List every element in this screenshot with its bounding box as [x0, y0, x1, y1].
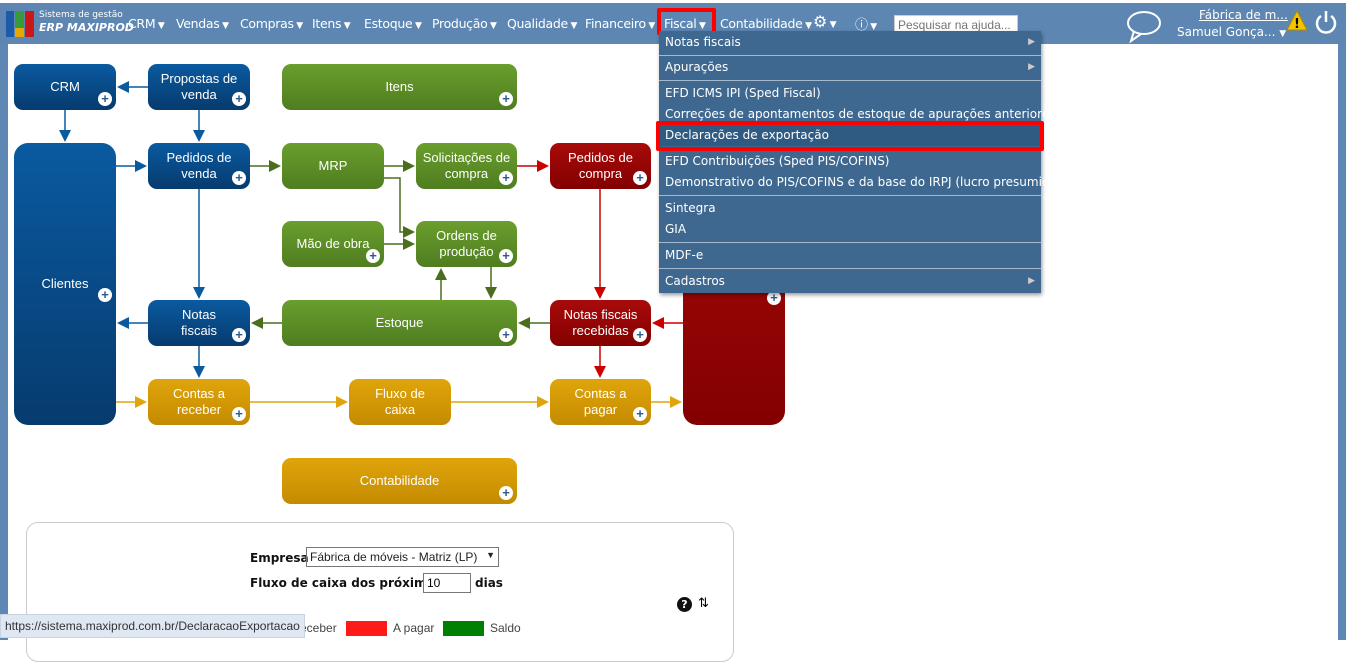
plus-icon[interactable]: + [232, 407, 246, 421]
legend-pagar: A pagar [393, 621, 435, 635]
flow-pedidos-compra-label: Pedidos de compra [567, 150, 634, 181]
refresh-icon[interactable]: ⇅ [698, 596, 709, 611]
plus-icon[interactable]: + [767, 291, 781, 305]
flow-contas-receber-label: Contas a receber [172, 386, 226, 417]
user-name: Samuel Gonça... [1177, 25, 1276, 39]
empresa-select[interactable]: Fábrica de móveis - Matriz (LP) ▼ [306, 547, 499, 567]
flow-propostas-label: Propostas de venda [160, 71, 238, 102]
legend-swatch-pagar [346, 621, 387, 636]
plus-icon[interactable]: + [98, 92, 112, 106]
plus-icon[interactable]: + [98, 288, 112, 302]
plus-icon[interactable]: + [633, 171, 647, 185]
flow-notas-recebidas-label: Notas fiscais recebidas [563, 307, 638, 338]
flow-notas-label: Notas fiscais [180, 307, 218, 338]
svg-text:!: ! [1294, 17, 1300, 32]
menu-divider [659, 268, 1041, 269]
flow-pedidos-compra[interactable]: Pedidos de compra + [550, 143, 651, 189]
menu-efd-contribuicoes[interactable]: EFD Contribuições (Sped PIS/COFINS) [659, 151, 1041, 172]
flow-contabilidade-label: Contabilidade [359, 473, 440, 488]
legend-receber: eceber [300, 621, 337, 635]
plus-icon[interactable]: + [499, 328, 513, 342]
flow-contas-pagar[interactable]: Contas a pagar + [550, 379, 651, 425]
status-bar-url: https://sistema.maxiprod.com.br/Declarac… [0, 614, 305, 638]
plus-icon[interactable]: + [232, 92, 246, 106]
empresa-value: Fábrica de móveis - Matriz (LP) [310, 550, 478, 564]
menu-efd-icms-ipi[interactable]: EFD ICMS IPI (Sped Fiscal) [659, 83, 1041, 104]
menu-divider [659, 195, 1041, 196]
flow-ordens[interactable]: Ordens de produção + [416, 221, 517, 267]
fluxo-label: Fluxo de caixa dos próximos [250, 576, 442, 590]
flow-contabilidade[interactable]: Contabilidade + [282, 458, 517, 504]
empresa-label: Empresa [250, 551, 309, 565]
company-link[interactable]: Fábrica de m... [1199, 8, 1288, 22]
menu-label: Notas fiscais [665, 35, 741, 49]
gear-icon[interactable]: ⚙ [813, 12, 836, 31]
plus-icon[interactable]: + [232, 328, 246, 342]
menu-notas-fiscais[interactable]: Notas fiscais ▶ [659, 32, 1041, 53]
menu-label: Cadastros [665, 274, 725, 288]
flow-clientes-label: Clientes [41, 276, 89, 291]
power-icon[interactable] [1314, 9, 1338, 35]
menu-divider [659, 80, 1041, 81]
flow-notas-recebidas[interactable]: Notas fiscais recebidas + [550, 300, 651, 346]
flow-ordens-label: Ordens de produção [436, 228, 497, 259]
legend-swatch-saldo [443, 621, 484, 636]
user-menu[interactable]: Samuel Gonça... ▼ [1177, 25, 1286, 39]
dias-input[interactable] [423, 573, 471, 593]
plus-icon[interactable]: + [232, 171, 246, 185]
flow-solicitacoes[interactable]: Solicitações de compra + [416, 143, 517, 189]
flow-mao-obra[interactable]: Mão de obra + [282, 221, 384, 267]
menu-gia[interactable]: GIA [659, 219, 1041, 240]
menu-cadastros[interactable]: Cadastros ▶ [659, 271, 1041, 292]
page-border-right [1338, 0, 1346, 640]
flow-mrp[interactable]: MRP [282, 143, 384, 189]
menu-mdfe[interactable]: MDF-e [659, 245, 1041, 266]
flow-clientes[interactable]: Clientes + [14, 143, 116, 425]
flow-estoque[interactable]: Estoque + [282, 300, 517, 346]
cashflow-panel [26, 522, 734, 662]
flow-mao-obra-label: Mão de obra [296, 236, 370, 251]
flow-pedidos-venda[interactable]: Pedidos de venda + [148, 143, 250, 189]
chat-icon[interactable] [1125, 9, 1163, 43]
menu-label: Apurações [665, 60, 729, 74]
chevron-down-icon: ▼ [486, 550, 495, 560]
dias-label: dias [475, 576, 503, 590]
chevron-right-icon: ▶ [1028, 276, 1035, 286]
flow-itens[interactable]: Itens + [282, 64, 517, 110]
flow-itens-label: Itens [385, 79, 414, 94]
plus-icon[interactable]: + [366, 249, 380, 263]
flow-notas[interactable]: Notas fiscais + [148, 300, 250, 346]
menu-apuracoes[interactable]: Apurações ▶ [659, 57, 1041, 78]
flow-fluxo-caixa-label: Fluxo de caixa [375, 386, 425, 417]
plus-icon[interactable]: + [499, 486, 513, 500]
plus-icon[interactable]: + [633, 407, 647, 421]
flow-estoque-label: Estoque [375, 315, 424, 330]
flow-fluxo-caixa[interactable]: Fluxo de caixa [349, 379, 451, 425]
help-icon[interactable]: ? [677, 597, 692, 612]
flow-mrp-label: MRP [318, 158, 348, 173]
menu-divider [659, 242, 1041, 243]
menu-divider [659, 55, 1041, 56]
menu-demonstrativo-pis-cofins[interactable]: Demonstrativo do PIS/COFINS e da base do… [659, 172, 1062, 193]
plus-icon[interactable]: + [633, 328, 647, 342]
plus-icon[interactable]: + [499, 249, 513, 263]
flow-propostas[interactable]: Propostas de venda + [148, 64, 250, 110]
plus-icon[interactable]: + [499, 171, 513, 185]
flow-pedidos-venda-label: Pedidos de venda [166, 150, 232, 181]
plus-icon[interactable]: + [499, 92, 513, 106]
flow-contas-pagar-label: Contas a pagar [574, 386, 627, 417]
flow-crm-label: CRM [50, 79, 80, 94]
fiscal-dropdown-menu: Notas fiscais ▶ Apurações ▶ EFD ICMS IPI (… [659, 31, 1062, 293]
warning-icon[interactable]: ! [1286, 10, 1308, 32]
chevron-right-icon: ▶ [1028, 62, 1035, 72]
declaracoes-highlight [656, 121, 1044, 151]
legend-saldo: Saldo [490, 621, 521, 635]
flow-contas-receber[interactable]: Contas a receber + [148, 379, 250, 425]
chevron-right-icon: ▶ [1028, 37, 1035, 47]
menu-sintegra[interactable]: Sintegra [659, 198, 1041, 219]
flow-crm[interactable]: CRM + [14, 64, 116, 110]
